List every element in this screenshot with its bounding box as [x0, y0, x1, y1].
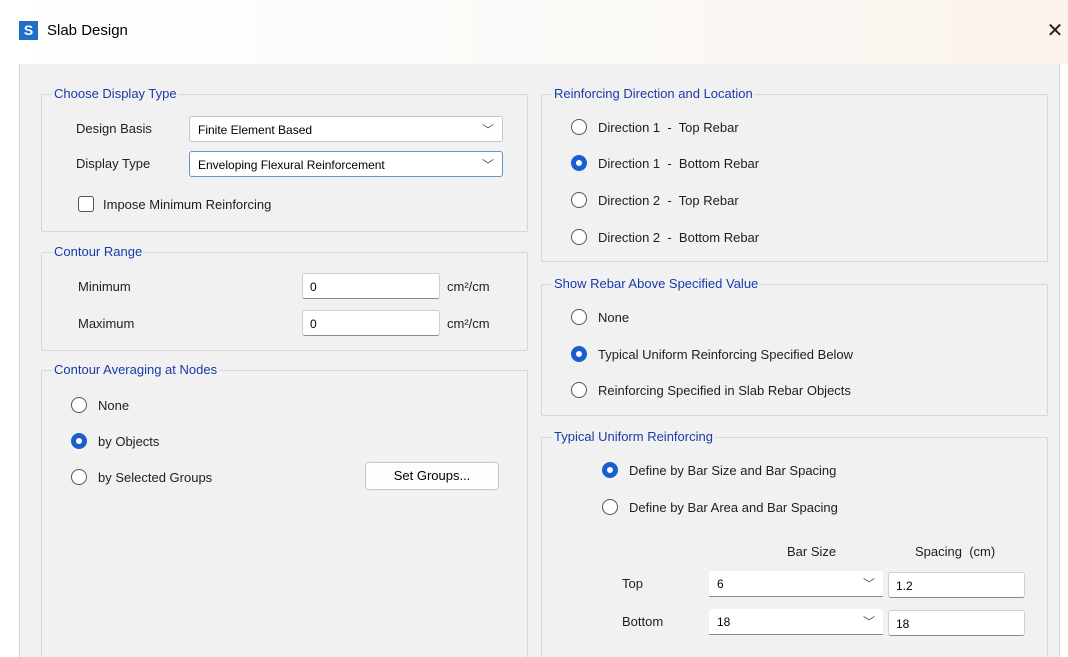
- dialog-body: Choose Display Type Design Basis Finite …: [19, 64, 1060, 657]
- minimum-label: Minimum: [78, 279, 131, 294]
- maximum-label: Maximum: [78, 316, 135, 331]
- typical-uniform-group: Typical Uniform Reinforcing Define by Ba…: [541, 429, 1048, 657]
- display-type-label: Display Type: [76, 156, 151, 171]
- show-rebar-none-radio[interactable]: [571, 309, 587, 325]
- direction2-top-label: Direction 2 - Top Rebar: [598, 193, 739, 208]
- group-title: Choose Display Type: [52, 86, 179, 101]
- display-type-dropdown[interactable]: Enveloping Flexural Reinforcement ﹀: [189, 151, 503, 177]
- set-groups-button[interactable]: Set Groups...: [365, 462, 499, 490]
- top-bar-size-dropdown[interactable]: 6 ﹀: [709, 571, 883, 597]
- show-rebar-none-label: None: [598, 310, 630, 325]
- group-title: Typical Uniform Reinforcing: [552, 429, 715, 444]
- direction1-bottom-radio[interactable]: [571, 155, 587, 171]
- chevron-down-icon: ﹀: [862, 577, 875, 591]
- bottom-bar-size-value: 18: [717, 615, 731, 629]
- bottom-spacing-value: 18: [896, 617, 910, 631]
- show-rebar-group: Show Rebar Above Specified Value None Ty…: [541, 276, 1048, 416]
- maximum-unit: cm²/cm: [447, 316, 490, 331]
- averaging-by-objects-label: by Objects: [98, 434, 160, 449]
- direction1-top-radio[interactable]: [571, 119, 587, 135]
- show-rebar-objects-radio[interactable]: [571, 382, 587, 398]
- group-title: Reinforcing Direction and Location: [552, 86, 755, 101]
- spacing-header: Spacing (cm): [915, 544, 996, 559]
- s-app-icon: S: [19, 21, 38, 40]
- impose-minimum-checkbox[interactable]: [78, 196, 94, 212]
- averaging-by-groups-radio[interactable]: [71, 469, 87, 485]
- averaging-by-objects-radio[interactable]: [71, 433, 87, 449]
- direction1-bottom-label: Direction 1 - Bottom Rebar: [598, 156, 760, 171]
- direction2-bottom-label: Direction 2 - Bottom Rebar: [598, 230, 760, 245]
- averaging-none-label: None: [98, 398, 130, 413]
- minimum-value: 0: [310, 280, 317, 294]
- show-rebar-objects-label: Reinforcing Specified in Slab Rebar Obje…: [598, 383, 851, 398]
- title-bar: S Slab Design ✕: [0, 0, 1068, 64]
- group-title: Show Rebar Above Specified Value: [552, 276, 761, 291]
- group-title: Contour Averaging at Nodes: [52, 362, 220, 377]
- define-by-bar-area-label: Define by Bar Area and Bar Spacing: [629, 500, 838, 515]
- show-rebar-typical-label: Typical Uniform Reinforcing Specified Be…: [598, 347, 854, 362]
- averaging-by-groups-label: by Selected Groups: [98, 470, 213, 485]
- averaging-none-radio[interactable]: [71, 397, 87, 413]
- bottom-spacing-input[interactable]: 18: [888, 610, 1025, 636]
- define-by-bar-size-radio[interactable]: [602, 462, 618, 478]
- display-type-value: Enveloping Flexural Reinforcement: [198, 158, 385, 172]
- direction2-bottom-radio[interactable]: [571, 229, 587, 245]
- impose-minimum-label: Impose Minimum Reinforcing: [103, 197, 272, 212]
- top-bar-size-value: 6: [717, 577, 724, 591]
- reinforcing-direction-group: Reinforcing Direction and Location Direc…: [541, 86, 1048, 262]
- chevron-down-icon: ﹀: [862, 615, 875, 629]
- bar-size-header: Bar Size: [787, 544, 837, 559]
- direction2-top-radio[interactable]: [571, 192, 587, 208]
- top-spacing-value: 1.2: [896, 579, 913, 593]
- maximum-input[interactable]: 0: [302, 310, 440, 336]
- top-row-label: Top: [622, 576, 643, 591]
- window-title: Slab Design: [47, 22, 128, 39]
- chevron-down-icon: ﹀: [481, 123, 494, 137]
- design-basis-label: Design Basis: [76, 121, 152, 136]
- group-title: Contour Range: [52, 244, 145, 259]
- minimum-unit: cm²/cm: [447, 279, 490, 294]
- close-icon[interactable]: ✕: [1042, 16, 1068, 46]
- define-by-bar-area-radio[interactable]: [602, 499, 618, 515]
- chevron-down-icon: ﹀: [481, 158, 494, 172]
- define-by-bar-size-label: Define by Bar Size and Bar Spacing: [629, 463, 837, 478]
- direction1-top-label: Direction 1 - Top Rebar: [598, 120, 739, 135]
- design-basis-dropdown[interactable]: Finite Element Based ﹀: [189, 116, 503, 142]
- show-rebar-typical-radio[interactable]: [571, 346, 587, 362]
- bottom-bar-size-dropdown[interactable]: 18 ﹀: [709, 609, 883, 635]
- bottom-row-label: Bottom: [622, 614, 664, 629]
- minimum-input[interactable]: 0: [302, 273, 440, 299]
- top-spacing-input[interactable]: 1.2: [888, 572, 1025, 598]
- design-basis-value: Finite Element Based: [198, 123, 313, 137]
- contour-averaging-group: Contour Averaging at Nodes None by Objec…: [41, 362, 528, 657]
- maximum-value: 0: [310, 317, 317, 331]
- choose-display-type-group: Choose Display Type Design Basis Finite …: [41, 86, 528, 232]
- contour-range-group: Contour Range Minimum 0 cm²/cm Maximum 0…: [41, 244, 528, 351]
